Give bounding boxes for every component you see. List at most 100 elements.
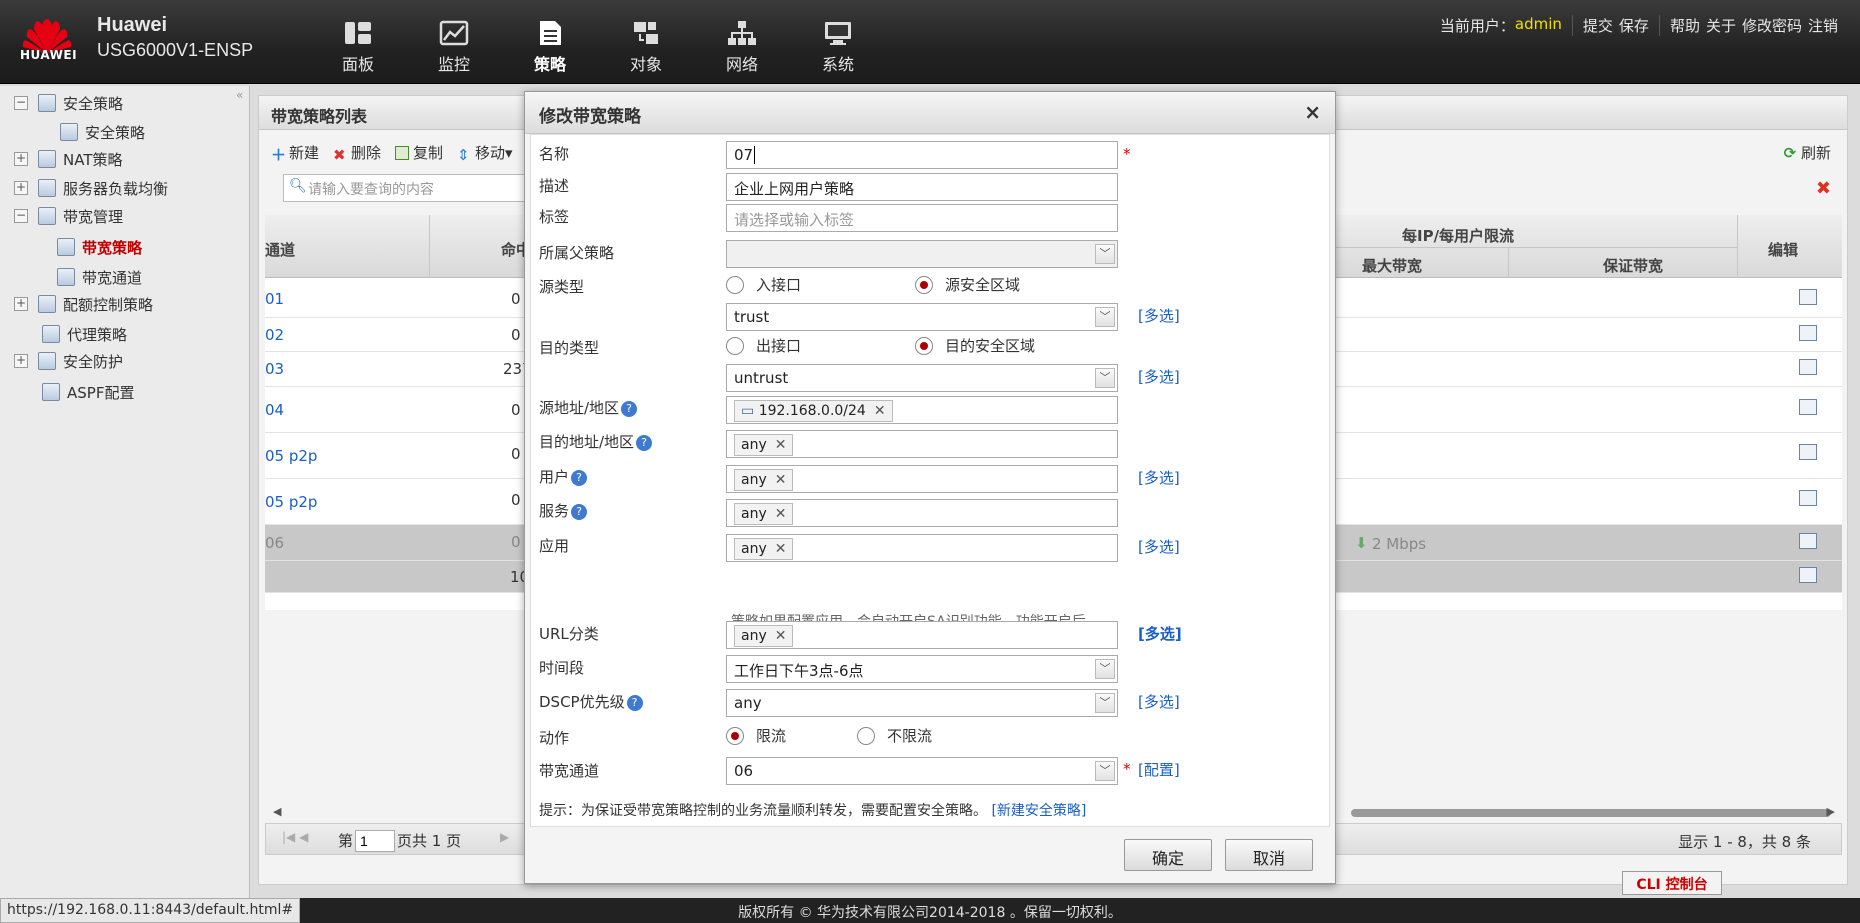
radio-circle[interactable] bbox=[726, 336, 744, 355]
clear-search-icon[interactable]: ✖ bbox=[1816, 178, 1831, 199]
copy-button[interactable]: 复制 bbox=[395, 142, 443, 163]
description-input[interactable]: 企业上网用户策略 bbox=[726, 173, 1118, 201]
row-name[interactable]: 05 p2p bbox=[265, 493, 317, 511]
move-button[interactable]: ⇕ 移动▾ bbox=[457, 142, 513, 164]
sidebar-item-bandwidth-policy[interactable]: 带宽策略 bbox=[57, 236, 142, 258]
expand-icon[interactable]: + bbox=[14, 152, 28, 166]
refresh-button[interactable]: ⟳ 刷新 bbox=[1784, 142, 1831, 163]
radio-circle[interactable] bbox=[915, 275, 933, 294]
source-address-input[interactable]: ▭ 192.168.0.0/24 ✕ bbox=[726, 396, 1118, 424]
row-name[interactable]: 06 bbox=[265, 534, 284, 552]
radio-destination-zone[interactable]: 目的安全区域 bbox=[915, 335, 1035, 356]
url-multiselect-link[interactable]: [多选] bbox=[1138, 623, 1182, 644]
radio-circle[interactable] bbox=[726, 275, 744, 294]
edit-icon[interactable] bbox=[1799, 567, 1817, 583]
expand-icon[interactable]: + bbox=[14, 181, 28, 195]
row-name[interactable]: 01 bbox=[265, 290, 284, 308]
row-name[interactable]: 02 bbox=[265, 326, 284, 344]
nav-dashboard[interactable]: 面板 bbox=[310, 18, 406, 75]
sidebar-item-nat-policy[interactable]: + NAT策略 bbox=[14, 148, 122, 170]
change-password-link[interactable]: 修改密码 bbox=[1742, 15, 1802, 36]
user-input[interactable]: any ✕ bbox=[726, 465, 1118, 493]
sidebar-item-aspf[interactable]: ASPF配置 bbox=[42, 381, 134, 403]
sidebar-item-quota-control[interactable]: + 配额控制策略 bbox=[14, 293, 153, 315]
application-multiselect-link[interactable]: [多选] bbox=[1138, 536, 1180, 557]
url-category-input[interactable]: any ✕ bbox=[726, 621, 1118, 649]
configure-channel-link[interactable]: [配置] bbox=[1138, 759, 1180, 780]
edit-icon[interactable] bbox=[1799, 325, 1817, 341]
remove-tag-icon[interactable]: ✕ bbox=[775, 472, 787, 488]
radio-inbound-interface[interactable]: 入接口 bbox=[726, 274, 801, 295]
radio-circle[interactable] bbox=[857, 726, 875, 745]
edit-icon[interactable] bbox=[1799, 444, 1817, 460]
sidebar-item-proxy-policy[interactable]: 代理策略 bbox=[42, 323, 127, 345]
edit-icon[interactable] bbox=[1799, 289, 1817, 305]
submit-link[interactable]: 提交 bbox=[1583, 15, 1613, 36]
sidebar-item-bandwidth-channel[interactable]: 带宽通道 bbox=[57, 266, 142, 288]
expand-icon[interactable]: + bbox=[14, 297, 28, 311]
edit-icon[interactable] bbox=[1799, 533, 1817, 549]
scroll-left-icon[interactable]: ◀ bbox=[273, 805, 281, 818]
scroll-right-icon[interactable]: ▶ bbox=[1827, 805, 1835, 818]
row-name[interactable]: 03 bbox=[265, 360, 284, 378]
help-icon[interactable]: ? bbox=[621, 401, 638, 417]
radio-rate-limit[interactable]: 限流 bbox=[726, 725, 786, 746]
new-security-policy-link[interactable]: [新建安全策略] bbox=[991, 803, 1086, 819]
remove-tag-icon[interactable]: ✕ bbox=[775, 541, 787, 557]
page-input[interactable] bbox=[355, 830, 396, 852]
next-page-icon[interactable]: ▶ bbox=[500, 830, 509, 844]
remove-tag-icon[interactable]: ✕ bbox=[775, 628, 787, 644]
sidebar-item-security-protection[interactable]: + 安全防护 bbox=[14, 350, 123, 372]
help-icon[interactable]: ? bbox=[571, 504, 588, 520]
search-input[interactable]: 🔍︎ 请输入要查询的内容 bbox=[283, 174, 543, 202]
nav-system[interactable]: 系统 bbox=[790, 18, 886, 75]
close-icon[interactable]: × bbox=[1304, 100, 1321, 124]
source-zone-multiselect-link[interactable]: [多选] bbox=[1138, 305, 1180, 326]
time-range-select[interactable]: 工作日下午3点-6点 ﹀ bbox=[726, 655, 1118, 683]
dscp-multiselect-link[interactable]: [多选] bbox=[1138, 691, 1180, 712]
new-button[interactable]: ＋新建 bbox=[271, 142, 319, 164]
row-name[interactable]: 04 bbox=[265, 401, 284, 419]
name-input[interactable]: 07 bbox=[726, 141, 1118, 169]
help-icon[interactable]: ? bbox=[626, 695, 643, 711]
remove-tag-icon[interactable]: ✕ bbox=[874, 403, 886, 419]
destination-address-input[interactable]: any ✕ bbox=[726, 430, 1118, 458]
radio-circle[interactable] bbox=[726, 726, 744, 745]
delete-button[interactable]: ✖ 删除 bbox=[333, 142, 381, 164]
sidebar-item-server-load-balancing[interactable]: + 服务器负载均衡 bbox=[14, 177, 168, 199]
radio-outbound-interface[interactable]: 出接口 bbox=[726, 335, 801, 356]
tag-input[interactable]: 请选择或输入标签 bbox=[726, 204, 1118, 232]
help-icon[interactable]: ? bbox=[571, 470, 588, 486]
application-input[interactable]: any ✕ bbox=[726, 534, 1118, 562]
sidebar-item-security-policy-group[interactable]: − 安全策略 bbox=[14, 92, 123, 114]
help-link[interactable]: 帮助 bbox=[1670, 15, 1700, 36]
source-zone-select[interactable]: trust ﹀ bbox=[726, 303, 1118, 331]
collapse-icon[interactable]: − bbox=[14, 96, 28, 110]
nav-network[interactable]: 网络 bbox=[694, 18, 790, 75]
about-link[interactable]: 关于 bbox=[1706, 15, 1736, 36]
first-page-icon[interactable]: |◀ ◀ bbox=[282, 830, 308, 844]
sidebar-item-security-policy[interactable]: 安全策略 bbox=[60, 121, 145, 143]
cli-console-button[interactable]: CLI 控制台 bbox=[1622, 871, 1722, 895]
nav-policy[interactable]: 策略 bbox=[502, 18, 598, 75]
save-link[interactable]: 保存 bbox=[1619, 15, 1649, 36]
sidebar-item-bandwidth-management[interactable]: − 带宽管理 bbox=[14, 205, 123, 227]
radio-circle[interactable] bbox=[915, 336, 933, 355]
edit-icon[interactable] bbox=[1799, 490, 1817, 506]
dscp-select[interactable]: any ﹀ bbox=[726, 689, 1118, 717]
sidebar-collapse-icon[interactable]: « bbox=[236, 88, 243, 102]
collapse-icon[interactable]: − bbox=[14, 209, 28, 223]
edit-icon[interactable] bbox=[1799, 399, 1817, 415]
help-icon[interactable]: ? bbox=[636, 435, 653, 451]
destination-zone-select[interactable]: untrust ﹀ bbox=[726, 364, 1118, 392]
current-user[interactable]: admin bbox=[1515, 15, 1562, 36]
column-max-bandwidth[interactable]: 最大带宽 bbox=[1362, 255, 1422, 276]
bandwidth-channel-select[interactable]: 06 ﹀ bbox=[726, 757, 1118, 785]
column-guaranteed-bandwidth[interactable]: 保证带宽 bbox=[1603, 255, 1663, 276]
remove-tag-icon[interactable]: ✕ bbox=[775, 437, 787, 453]
nav-monitor[interactable]: 监控 bbox=[406, 18, 502, 75]
scroll-thumb[interactable] bbox=[1351, 809, 1831, 817]
destination-zone-multiselect-link[interactable]: [多选] bbox=[1138, 366, 1180, 387]
radio-source-zone[interactable]: 源安全区域 bbox=[915, 274, 1020, 295]
parent-policy-select[interactable]: ﹀ bbox=[726, 240, 1118, 268]
